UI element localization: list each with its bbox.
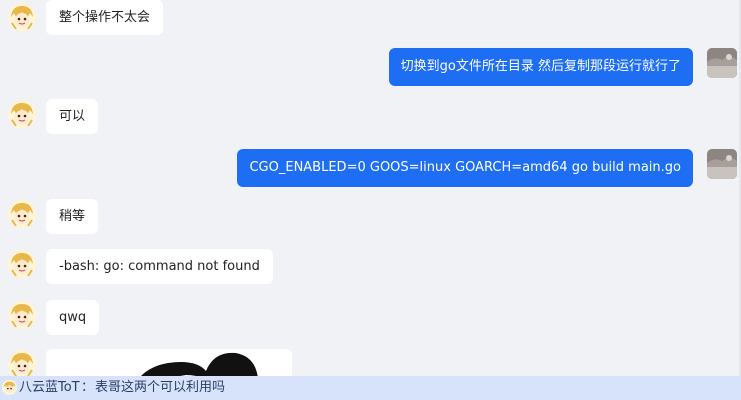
image-message[interactable] <box>46 349 292 376</box>
avatar[interactable] <box>8 3 36 31</box>
avatar[interactable] <box>707 48 737 78</box>
avatar[interactable] <box>8 100 36 128</box>
avatar[interactable] <box>8 200 36 228</box>
avatar <box>2 380 17 395</box>
sender-name: 八云蓝ToT <box>19 380 80 395</box>
separator: ： <box>81 380 95 395</box>
reply-preview-bar[interactable]: 八云蓝ToT ： 表哥这两个可以利用吗 <box>0 376 741 400</box>
preview-text: 表哥这两个可以利用吗 <box>95 380 226 395</box>
chat-message-list[interactable]: 整个操作不太会 切换到go文件所在目录 然后复制那段运行就行了 可以 CGO_E… <box>0 0 741 376</box>
avatar[interactable] <box>8 250 36 278</box>
avatar[interactable] <box>8 301 36 329</box>
message-bubble[interactable]: 可以 <box>46 99 99 134</box>
message-bubble[interactable]: 稍等 <box>46 199 99 234</box>
avatar[interactable] <box>8 350 36 376</box>
avatar[interactable] <box>707 149 737 179</box>
message-bubble[interactable]: CGO_ENABLED=0 GOOS=linux GOARCH=amd64 go… <box>237 149 693 187</box>
message-bubble[interactable]: -bash: go: command not found <box>46 249 273 284</box>
message-bubble[interactable]: 切换到go文件所在目录 然后复制那段运行就行了 <box>388 48 693 86</box>
message-bubble[interactable]: qwq <box>46 300 100 335</box>
message-bubble[interactable]: 整个操作不太会 <box>46 0 164 35</box>
panda-sticker-icon <box>46 349 292 376</box>
